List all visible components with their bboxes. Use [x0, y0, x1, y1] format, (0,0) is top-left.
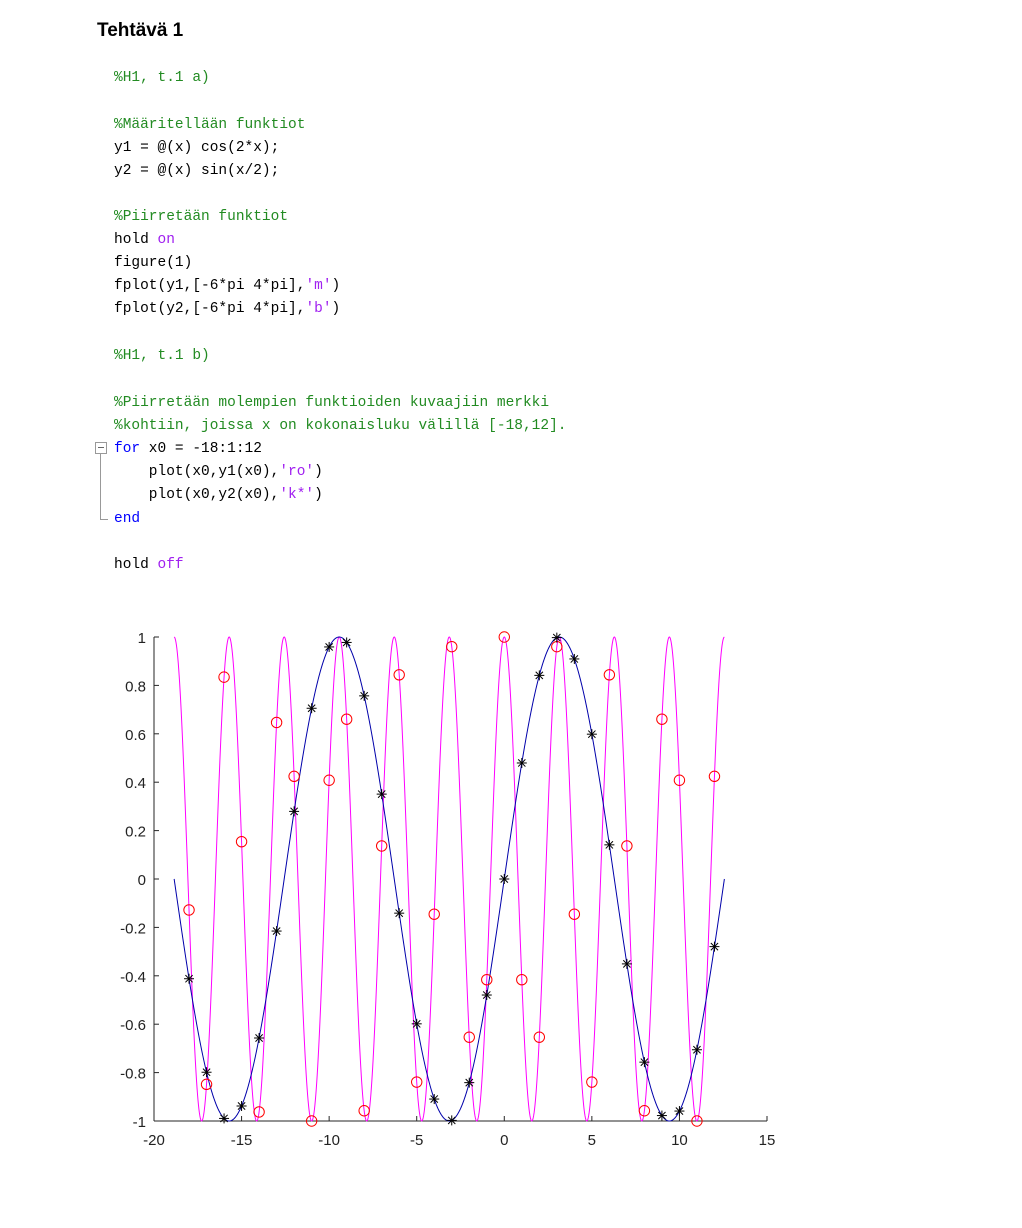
code-line-16: end [114, 511, 141, 527]
data-point-asterisk [481, 990, 492, 1001]
data-point-asterisk [429, 1094, 440, 1105]
y-tick-label: -0.8 [120, 1066, 146, 1083]
code-token: plot(x0,y2(x0), [114, 487, 280, 503]
data-point-asterisk [446, 1115, 457, 1126]
code-line-13: for x0 = -18:1:12 [114, 439, 262, 459]
data-point-asterisk [464, 1077, 475, 1088]
code-token-string: 'b' [305, 301, 332, 317]
code-token: hold [114, 557, 158, 573]
data-point-asterisk [376, 789, 387, 800]
y-tick-label: 0.6 [125, 727, 146, 744]
data-point-asterisk [569, 653, 580, 664]
code-line-17: hold off [114, 555, 184, 575]
code-line-5: %Piirretään funktiot [114, 209, 289, 225]
code-token: ) [314, 487, 323, 503]
y-tick-label: 1 [138, 630, 146, 647]
code-line-1: %H1, t.1 a) [114, 70, 210, 86]
x-tick-label: 15 [759, 1132, 776, 1149]
code-token: fplot(y2,[-6*pi 4*pi], [114, 301, 306, 317]
data-point-asterisk [639, 1057, 650, 1068]
fold-guide [100, 454, 101, 520]
code-token: fplot(y1,[-6*pi 4*pi], [114, 278, 306, 294]
data-point-asterisk [551, 632, 562, 643]
y-tick-label: 0.4 [125, 775, 146, 792]
y-tick-label: -0.4 [120, 969, 146, 986]
code-line-9: fplot(y2,[-6*pi 4*pi],'b') [114, 299, 340, 319]
series-line-1 [173, 636, 725, 1122]
code-token-string: on [157, 232, 175, 248]
y-tick-label: 0.8 [125, 678, 146, 695]
x-tick-label: -15 [231, 1132, 253, 1149]
code-token: plot(x0,y1(x0), [114, 464, 280, 480]
data-point-asterisk [219, 1113, 230, 1124]
data-point-asterisk [324, 641, 335, 652]
data-point-asterisk [621, 958, 632, 969]
y-tick-label: 0 [138, 872, 146, 889]
code-token: ) [331, 301, 341, 317]
code-token: hold [114, 232, 158, 248]
data-point-asterisk [674, 1106, 685, 1117]
page-title: Tehtävä 1 [97, 20, 184, 41]
code-line-2: %Määritellään funktiot [114, 117, 306, 133]
code-token-string: off [157, 557, 184, 573]
data-point-asterisk [201, 1067, 212, 1078]
data-point-asterisk [691, 1044, 702, 1055]
data-point-asterisk [709, 941, 720, 952]
code-token-string: 'ro' [279, 464, 315, 480]
code-line-10: %H1, t.1 b) [114, 348, 210, 364]
code-line-6: hold on [114, 230, 175, 250]
code-token: x0 = -18:1:12 [140, 441, 262, 457]
data-point-asterisk [359, 690, 370, 701]
function-plot: -20 -15 -10 -5 0 5 10 15 1 0.8 0.6 0.4 0.2 0 -0.2 -0.4 -… [120, 630, 776, 1149]
code-token-string: 'm' [305, 278, 332, 294]
data-point-asterisk [306, 703, 317, 714]
data-point-asterisk [516, 757, 527, 768]
x-tick-label: 5 [588, 1132, 596, 1149]
fold-toggle-icon[interactable] [95, 442, 107, 454]
data-point-asterisk [586, 729, 597, 740]
code-line-15: plot(x0,y2(x0),'k*') [114, 485, 323, 505]
code-line-7: figure(1) [114, 255, 193, 271]
y-tick-label: -0.6 [120, 1017, 146, 1034]
data-point-asterisk [411, 1018, 422, 1029]
code-line-11: %Piirretään molempien funktioiden kuvaaj… [114, 395, 550, 411]
data-point-asterisk [341, 637, 352, 648]
data-point-asterisk [604, 839, 615, 850]
data-point-asterisk [271, 926, 282, 937]
code-line-14: plot(x0,y1(x0),'ro') [114, 462, 323, 482]
data-point-asterisk [236, 1100, 247, 1111]
code-line-4: y2 = @(x) sin(x/2); [114, 163, 280, 179]
data-point-asterisk [656, 1110, 667, 1121]
code-line-12: %kohtiin, joissa x on kokonaisluku välil… [114, 418, 567, 434]
fold-guide-end [100, 519, 108, 520]
y-tick-label: 0.2 [125, 824, 146, 841]
data-point-asterisk [534, 670, 545, 681]
code-keyword: for [114, 441, 141, 457]
data-point-asterisk [184, 973, 195, 984]
data-point-asterisk [254, 1032, 265, 1043]
data-point-asterisk [499, 874, 510, 884]
code-line-8: fplot(y1,[-6*pi 4*pi],'m') [114, 276, 340, 296]
x-tick-label: 0 [500, 1132, 508, 1149]
x-tick-label: -5 [410, 1132, 423, 1149]
x-tick-label: -20 [143, 1132, 165, 1149]
code-line-3: y1 = @(x) cos(2*x); [114, 140, 280, 156]
y-tick-label: -0.2 [120, 920, 146, 937]
code-token: ) [314, 464, 323, 480]
x-tick-label: -10 [318, 1132, 340, 1149]
data-point-asterisk [394, 908, 405, 919]
y-tick-label: -1 [133, 1114, 146, 1131]
data-point-asterisk [289, 806, 300, 817]
x-tick-label: 10 [671, 1132, 688, 1149]
code-token-string: 'k*' [279, 487, 315, 503]
code-token: ) [331, 278, 341, 294]
